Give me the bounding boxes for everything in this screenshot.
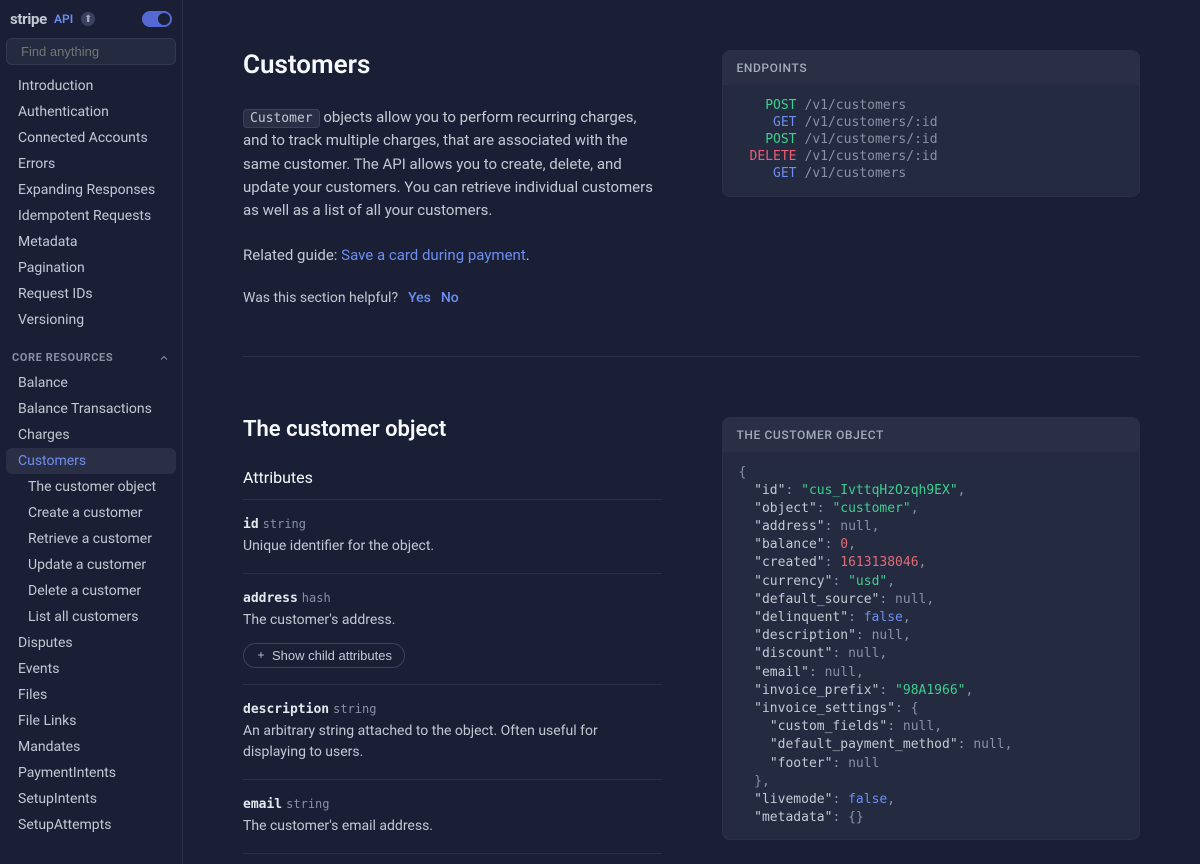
sidebar-item-metadata[interactable]: Metadata <box>6 229 176 255</box>
search-input-wrap[interactable]: / <box>6 38 176 65</box>
endpoint-method: POST <box>739 132 797 147</box>
sidebar-item-request-ids[interactable]: Request IDs <box>6 281 176 307</box>
endpoint-path: /v1/customers <box>805 166 907 181</box>
attribute-description: description string An arbitrary string att… <box>243 684 662 779</box>
sidebar-subitem-list-all-customers[interactable]: List all customers <box>6 604 176 630</box>
customer-object-panel: THE CUSTOMER OBJECT { "id": "cus_IvttqHz… <box>722 417 1141 841</box>
brand-suffix: API <box>54 12 73 26</box>
upgrade-icon[interactable]: ⬆ <box>81 12 95 26</box>
sidebar-item-file-links[interactable]: File Links <box>6 708 176 734</box>
sidebar-item-expanding-responses[interactable]: Expanding Responses <box>6 177 176 203</box>
attribute-address: address hash The customer's address. Show c… <box>243 573 662 684</box>
attr-type: string <box>263 517 306 531</box>
customer-object-json: { "id": "cus_IvttqHzOzqh9EX", "object": … <box>723 452 1140 840</box>
attr-name: id <box>243 517 259 532</box>
attr-name: address <box>243 591 298 606</box>
sidebar-subitem-create-a-customer[interactable]: Create a customer <box>6 500 176 526</box>
attr-desc: The customer's email address. <box>243 816 662 837</box>
chevron-up-icon <box>158 352 170 364</box>
feedback-row: Was this section helpful? Yes No <box>243 290 662 306</box>
object-section-title: The customer object <box>243 417 662 442</box>
sidebar-item-balance-transactions[interactable]: Balance Transactions <box>6 396 176 422</box>
sidebar-item-connected-accounts[interactable]: Connected Accounts <box>6 125 176 151</box>
feedback-yes[interactable]: Yes <box>408 290 431 306</box>
sidebar-subitem-the-customer-object[interactable]: The customer object <box>6 474 176 500</box>
feedback-no[interactable]: No <box>441 290 459 306</box>
search-input[interactable] <box>21 44 183 59</box>
endpoint-row[interactable]: POST/v1/customers <box>739 97 1124 114</box>
feedback-question: Was this section helpful? <box>243 290 398 306</box>
endpoint-path: /v1/customers/:id <box>805 132 938 147</box>
intro-paragraph: Customer objects allow you to perform re… <box>243 106 662 222</box>
sidebar-item-events[interactable]: Events <box>6 656 176 682</box>
sidebar-item-files[interactable]: Files <box>6 682 176 708</box>
intro-code: Customer <box>243 109 320 128</box>
attr-type: string <box>333 702 376 716</box>
sidebar-item-pagination[interactable]: Pagination <box>6 255 176 281</box>
attr-name: description <box>243 702 329 717</box>
attr-desc: An arbitrary string attached to the obje… <box>243 721 662 763</box>
endpoint-path: /v1/customers/:id <box>805 115 938 130</box>
sidebar-item-customers[interactable]: Customers <box>6 448 176 474</box>
attribute-metadata: metadatahash <box>243 853 662 864</box>
section-divider <box>243 356 1140 357</box>
sidebar-item-charges[interactable]: Charges <box>6 422 176 448</box>
sidebar-subitem-retrieve-a-customer[interactable]: Retrieve a customer <box>6 526 176 552</box>
moon-icon: ◐ <box>163 13 168 24</box>
sidebar-item-errors[interactable]: Errors <box>6 151 176 177</box>
endpoint-row[interactable]: DELETE/v1/customers/:id <box>739 148 1124 165</box>
endpoint-row[interactable]: GET/v1/customers <box>739 165 1124 182</box>
endpoint-row[interactable]: GET/v1/customers/:id <box>739 114 1124 131</box>
endpoint-method: DELETE <box>739 149 797 164</box>
page-title: Customers <box>243 50 662 80</box>
sidebar-item-introduction[interactable]: Introduction <box>6 73 176 99</box>
attribute-id: id string Unique identifier for the object… <box>243 499 662 573</box>
nav-section-core[interactable]: CORE RESOURCES <box>0 333 182 370</box>
sidebar-subitem-update-a-customer[interactable]: Update a customer <box>6 552 176 578</box>
endpoint-path: /v1/customers/:id <box>805 149 938 164</box>
attr-type: hash <box>302 591 331 605</box>
show-child-attributes-button[interactable]: Show child attributes <box>243 643 405 668</box>
sidebar-item-disputes[interactable]: Disputes <box>6 630 176 656</box>
customer-object-title: THE CUSTOMER OBJECT <box>723 418 1140 452</box>
sidebar-item-mandates[interactable]: Mandates <box>6 734 176 760</box>
sidebar-item-setupattempts[interactable]: SetupAttempts <box>6 812 176 838</box>
attr-name: email <box>243 797 282 812</box>
attr-type: string <box>286 797 329 811</box>
endpoints-panel: ENDPOINTS POST/v1/customersGET/v1/custom… <box>722 50 1141 197</box>
theme-toggle[interactable]: ◐ <box>142 11 172 27</box>
sidebar-header: stripe API ⬆ ◐ <box>0 10 182 34</box>
endpoint-method: GET <box>739 115 797 130</box>
plus-icon <box>256 650 266 660</box>
nav-section-label: CORE RESOURCES <box>12 351 113 364</box>
endpoint-method: POST <box>739 98 797 113</box>
brand[interactable]: stripe API ⬆ <box>10 10 95 28</box>
sidebar-subitem-delete-a-customer[interactable]: Delete a customer <box>6 578 176 604</box>
sidebar: stripe API ⬆ ◐ / IntroductionAuthenticat… <box>0 0 183 864</box>
sidebar-item-paymentintents[interactable]: PaymentIntents <box>6 760 176 786</box>
attr-desc: The customer's address. <box>243 610 662 631</box>
attribute-email: email string The customer's email address. <box>243 779 662 853</box>
sidebar-item-balance[interactable]: Balance <box>6 370 176 396</box>
sidebar-item-authentication[interactable]: Authentication <box>6 99 176 125</box>
attr-desc: Unique identifier for the object. <box>243 536 662 557</box>
endpoint-row[interactable]: POST/v1/customers/:id <box>739 131 1124 148</box>
endpoint-path: /v1/customers <box>805 98 907 113</box>
sidebar-item-setupintents[interactable]: SetupIntents <box>6 786 176 812</box>
attributes-label: Attributes <box>243 468 662 487</box>
related-guide: Related guide: Save a card during paymen… <box>243 244 662 267</box>
main-content: Customers Customer objects allow you to … <box>183 0 1200 864</box>
brand-logo: stripe <box>10 10 47 28</box>
sidebar-item-idempotent-requests[interactable]: Idempotent Requests <box>6 203 176 229</box>
endpoints-title: ENDPOINTS <box>723 51 1140 85</box>
endpoint-method: GET <box>739 166 797 181</box>
related-guide-link[interactable]: Save a card during payment <box>341 246 526 264</box>
sidebar-item-versioning[interactable]: Versioning <box>6 307 176 333</box>
